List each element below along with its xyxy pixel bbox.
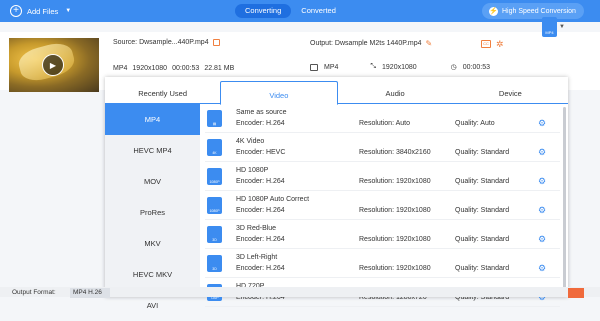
preset-scrollbar[interactable] (563, 107, 566, 297)
preset-1080p-icon: 1080P (207, 197, 222, 214)
format-list: MP4 HEVC MP4 MOV ProRes MKV HEVC MKV AVI (105, 104, 200, 310)
src-resolution: 1920x1080 (132, 65, 168, 72)
preset-encoder: Encoder: H.264 (236, 265, 285, 272)
chevron-down-icon[interactable]: ▼ (65, 8, 71, 14)
format-item-hevc-mkv[interactable]: HEVC MKV (105, 259, 200, 290)
tab-converted[interactable]: Converted (291, 4, 346, 18)
output-details: MP4 ⤡ 1920x1080 ◷ 00:00:53 (310, 63, 490, 71)
gear-icon[interactable]: ⚙ (538, 176, 546, 187)
high-speed-conversion-button[interactable]: ⚡ High Speed Conversion (482, 3, 584, 19)
preset-quality: Quality: Auto (455, 120, 495, 127)
src-duration: 00:00:53 (172, 65, 200, 72)
format-item-prores[interactable]: ProRes (105, 197, 200, 228)
format-selector-panel: Recently Used Video Audio Device MP4 HEV… (105, 77, 568, 310)
preset-3d-icon: 3D (207, 255, 222, 272)
gear-icon[interactable]: ⚙ (538, 118, 546, 129)
preset-4k-icon: 4K (207, 139, 222, 156)
plus-icon: + (10, 5, 22, 17)
output-format-icon[interactable]: MP4 (542, 17, 557, 37)
preset-file-icon: ▤ (207, 110, 222, 127)
tab-video[interactable]: Video (220, 81, 338, 105)
preset-resolution: Resolution: 1920x1080 (359, 178, 431, 185)
preset-encoder: Encoder: H.264 (236, 178, 285, 185)
edit-name-icon[interactable] (212, 39, 220, 46)
preset-row[interactable]: 3D 3D Left-Right Encoder: H.264 Resoluti… (205, 249, 560, 278)
play-icon[interactable]: ▶ (42, 54, 64, 76)
output-info: Output: Dwsample M2ts 1440P.mp4 ✎ (310, 39, 432, 48)
gear-icon[interactable]: ⚙ (538, 147, 546, 158)
add-files-label: Add Files (27, 6, 59, 16)
bottom-bar: Output Format: MP4 H.26 (0, 287, 600, 298)
preset-encoder: Encoder: H.264 (236, 120, 285, 127)
output-format-label: Output Format: (12, 289, 56, 296)
preset-quality: Quality: Standard (455, 236, 510, 243)
category-tabs: Recently Used Video Audio Device (105, 77, 568, 105)
preset-name: 3D Left-Right (236, 254, 278, 261)
preset-row[interactable]: 1080P HD 1080P Encoder: H.264 Resolution… (205, 162, 560, 191)
output-filename: Output: Dwsample M2ts 1440P.mp4 (310, 40, 422, 47)
film-icon (310, 63, 318, 71)
preset-name: Same as source (236, 109, 287, 116)
preset-list: ▤ Same as source Encoder: H.264 Resoluti… (205, 104, 560, 307)
format-item-mov[interactable]: MOV (105, 166, 200, 197)
format-item-mkv[interactable]: MKV (105, 228, 200, 259)
preset-3d-icon: 3D (207, 226, 222, 243)
preset-row[interactable]: 1080P HD 1080P Auto Correct Encoder: H.2… (205, 191, 560, 220)
preset-name: 3D Red-Blue (236, 225, 277, 232)
format-dropdown-chevron-icon[interactable]: ▼ (559, 24, 565, 30)
tab-converting[interactable]: Converting (235, 4, 292, 18)
pencil-icon[interactable]: ✎ (426, 39, 433, 48)
tab-audio[interactable]: Audio (338, 77, 453, 103)
preset-resolution: Resolution: 1920x1080 (359, 207, 431, 214)
lightning-icon: ⚡ (489, 6, 498, 16)
clock-icon: ◷ (450, 64, 457, 71)
src-size: 22.81 MB (204, 65, 235, 72)
preset-quality: Quality: Standard (455, 149, 510, 156)
resize-icon: ⤡ (370, 63, 377, 70)
source-filename: Source: Dwsample...440P.mp4 (113, 39, 209, 46)
preset-encoder: Encoder: H.264 (236, 236, 285, 243)
out-resolution: 1920x1080 (382, 63, 417, 71)
format-item-hevc-mp4[interactable]: HEVC MP4 (105, 135, 200, 166)
video-thumbnail[interactable]: ▶ (9, 38, 99, 92)
add-files-button[interactable]: + Add Files ▼ (10, 4, 71, 18)
src-format: MP4 (113, 65, 128, 72)
preset-quality: Quality: Standard (455, 178, 510, 185)
preset-name: HD 1080P (236, 167, 269, 174)
preset-name: HD 1080P Auto Correct (236, 196, 310, 203)
source-info: Source: Dwsample...440P.mp4 (113, 39, 220, 46)
top-toolbar: + Add Files ▼ Converting Converted ⚡ Hig… (0, 0, 600, 22)
preset-encoder: Encoder: H.264 (236, 207, 285, 214)
high-speed-label: High Speed Conversion (502, 7, 576, 15)
out-duration: 00:00:53 (462, 63, 491, 71)
preset-row[interactable]: 3D 3D Red-Blue Encoder: H.264 Resolution… (205, 220, 560, 249)
preset-encoder: Encoder: HEVC (236, 149, 286, 156)
tab-recently-used[interactable]: Recently Used (105, 77, 220, 103)
preset-name: 4K Video (236, 138, 265, 145)
main-tabs: Converting Converted (235, 4, 355, 18)
tab-device[interactable]: Device (453, 77, 568, 103)
format-item-mp4[interactable]: MP4 (105, 104, 200, 135)
preset-row[interactable]: ▤ Same as source Encoder: H.264 Resoluti… (205, 104, 560, 133)
gear-icon[interactable]: ⚙ (538, 234, 546, 245)
preset-resolution: Resolution: 1920x1080 (359, 236, 431, 243)
gear-icon[interactable]: ⚙ (538, 205, 546, 216)
gear-icon[interactable]: ⚙ (538, 263, 546, 274)
preset-row[interactable]: 4K 4K Video Encoder: HEVC Resolution: 38… (205, 133, 560, 162)
preset-1080p-icon: 1080P (207, 168, 222, 185)
preset-quality: Quality: Standard (455, 265, 510, 272)
subtitle-icon[interactable]: CC (481, 40, 491, 48)
preset-resolution: Resolution: Auto (359, 120, 410, 127)
settings-tool-icon[interactable]: ✲ (496, 39, 504, 50)
source-details: MP4 1920x1080 00:00:53 22.81 MB (113, 65, 234, 72)
preset-resolution: Resolution: 3840x2160 (359, 149, 431, 156)
preset-quality: Quality: Standard (455, 207, 510, 214)
preset-resolution: Resolution: 1920x1080 (359, 265, 431, 272)
out-format: MP4 (324, 63, 339, 71)
